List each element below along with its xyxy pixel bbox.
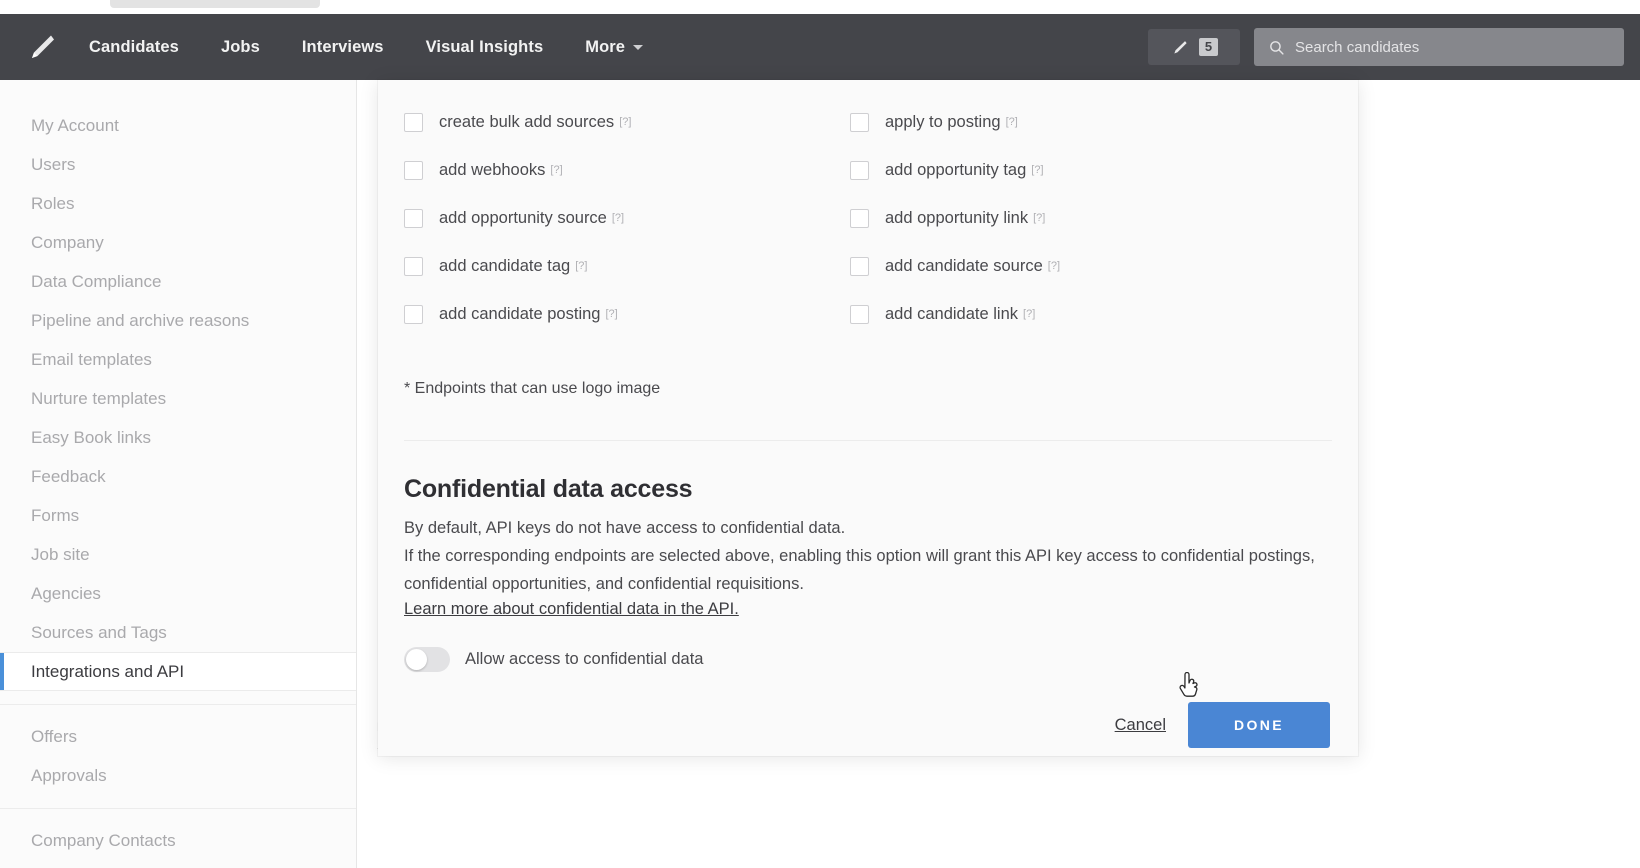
- notification-count-badge: 5: [1199, 38, 1218, 56]
- checkbox-label-create-bulk-add-sources: create bulk add sources: [439, 113, 614, 132]
- nav-item-candidates[interactable]: Candidates: [68, 14, 200, 80]
- chevron-down-icon: [633, 45, 643, 50]
- top-navigation-bar: Candidates Jobs Interviews Visual Insigh…: [0, 14, 1640, 80]
- confidential-toggle-label: Allow access to confidential data: [465, 650, 703, 669]
- help-icon-add-candidate-tag[interactable]: [?]: [575, 260, 587, 272]
- sidebar-divider-2: [0, 808, 356, 809]
- confidential-section-title: Confidential data access: [404, 475, 1332, 504]
- nav-item-interviews[interactable]: Interviews: [281, 14, 405, 80]
- checkbox-apply-to-posting[interactable]: [850, 113, 869, 132]
- sidebar-item-feedback[interactable]: Feedback: [0, 457, 356, 496]
- endpoint-column-right: apply to posting [?] add opportunity tag…: [838, 98, 1284, 338]
- checkbox-add-opportunity-link[interactable]: [850, 209, 869, 228]
- checkbox-add-candidate-tag[interactable]: [404, 257, 423, 276]
- sidebar-item-my-account[interactable]: My Account: [0, 106, 356, 145]
- checkbox-row-add-candidate-posting[interactable]: add candidate posting [?]: [392, 290, 838, 338]
- browser-tab-edge: [110, 0, 320, 8]
- checkbox-label-add-opportunity-source: add opportunity source: [439, 209, 607, 228]
- search-icon: [1268, 39, 1285, 56]
- checkbox-label-add-candidate-source: add candidate source: [885, 257, 1043, 276]
- help-icon-apply-to-posting[interactable]: [?]: [1006, 116, 1018, 128]
- checkbox-label-apply-to-posting: apply to posting: [885, 113, 1001, 132]
- help-icon-create-bulk-add-sources[interactable]: [?]: [619, 116, 631, 128]
- logo-image-footnote: * Endpoints that can use logo image: [392, 338, 1344, 398]
- nav-item-visual-insights[interactable]: Visual Insights: [405, 14, 565, 80]
- checkbox-row-add-opportunity-source[interactable]: add opportunity source [?]: [392, 194, 838, 242]
- checkbox-row-add-opportunity-link[interactable]: add opportunity link [?]: [838, 194, 1284, 242]
- checkbox-add-opportunity-source[interactable]: [404, 209, 423, 228]
- settings-sidebar: My Account Users Roles Company Data Comp…: [0, 80, 357, 868]
- sidebar-item-integrations-and-api[interactable]: Integrations and API: [0, 652, 356, 691]
- sidebar-item-pipeline-archive-reasons[interactable]: Pipeline and archive reasons: [0, 301, 356, 340]
- help-icon-add-webhooks[interactable]: [?]: [550, 164, 562, 176]
- help-icon-add-candidate-source[interactable]: [?]: [1048, 260, 1060, 272]
- help-icon-add-opportunity-source[interactable]: [?]: [612, 212, 624, 224]
- help-icon-add-candidate-posting[interactable]: [?]: [605, 308, 617, 320]
- confidential-toggle-row: Allow access to confidential data: [404, 647, 1332, 672]
- checkbox-label-add-webhooks: add webhooks: [439, 161, 545, 180]
- help-icon-add-candidate-link[interactable]: [?]: [1023, 308, 1035, 320]
- checkbox-add-candidate-link[interactable]: [850, 305, 869, 324]
- toggle-knob: [406, 649, 427, 670]
- notifications-button[interactable]: 5: [1148, 29, 1240, 65]
- checkbox-label-add-opportunity-tag: add opportunity tag: [885, 161, 1026, 180]
- checkbox-label-add-candidate-tag: add candidate tag: [439, 257, 570, 276]
- sidebar-item-easy-book-links[interactable]: Easy Book links: [0, 418, 356, 457]
- checkbox-label-add-candidate-posting: add candidate posting: [439, 305, 600, 324]
- browser-chrome-strip: [0, 0, 1640, 14]
- api-key-settings-modal: create bulk add sources [?] add webhooks…: [378, 80, 1358, 756]
- help-icon-add-opportunity-link[interactable]: [?]: [1033, 212, 1045, 224]
- sidebar-item-agencies[interactable]: Agencies: [0, 574, 356, 613]
- sidebar-item-company[interactable]: Company: [0, 223, 356, 262]
- checkbox-row-add-opportunity-tag[interactable]: add opportunity tag [?]: [838, 146, 1284, 194]
- primary-nav: Candidates Jobs Interviews Visual Insigh…: [68, 14, 664, 80]
- endpoint-column-left: create bulk add sources [?] add webhooks…: [392, 98, 838, 338]
- topnav-right-cluster: 5 Search candidates: [1148, 28, 1640, 66]
- checkbox-create-bulk-add-sources[interactable]: [404, 113, 423, 132]
- sidebar-item-email-templates[interactable]: Email templates: [0, 340, 356, 379]
- pencil-logo-icon[interactable]: [14, 30, 68, 64]
- confidential-paragraph-2: If the corresponding endpoints are selec…: [404, 542, 1332, 598]
- confidential-paragraph-1: By default, API keys do not have access …: [404, 514, 1332, 542]
- checkbox-row-add-candidate-link[interactable]: add candidate link [?]: [838, 290, 1284, 338]
- sidebar-item-nurture-templates[interactable]: Nurture templates: [0, 379, 356, 418]
- search-placeholder: Search candidates: [1295, 39, 1419, 56]
- checkbox-row-add-candidate-source[interactable]: add candidate source [?]: [838, 242, 1284, 290]
- app-root: Candidates Jobs Interviews Visual Insigh…: [0, 0, 1640, 868]
- nav-item-more[interactable]: More: [564, 38, 664, 57]
- sidebar-item-offers[interactable]: Offers: [0, 717, 356, 756]
- endpoint-permissions-grid: create bulk add sources [?] add webhooks…: [392, 80, 1344, 338]
- confidential-data-access-section: Confidential data access By default, API…: [392, 441, 1344, 672]
- done-button[interactable]: DONE: [1188, 702, 1330, 748]
- nav-item-more-label: More: [585, 38, 625, 57]
- sidebar-divider-1: [0, 704, 356, 705]
- checkbox-row-create-bulk-add-sources[interactable]: create bulk add sources [?]: [392, 98, 838, 146]
- help-icon-add-opportunity-tag[interactable]: [?]: [1031, 164, 1043, 176]
- sidebar-item-users[interactable]: Users: [0, 145, 356, 184]
- checkbox-row-apply-to-posting[interactable]: apply to posting [?]: [838, 98, 1284, 146]
- confidential-learn-more-link[interactable]: Learn more about confidential data in th…: [404, 600, 739, 619]
- confidential-access-toggle[interactable]: [404, 647, 450, 672]
- search-input[interactable]: Search candidates: [1254, 28, 1624, 66]
- sidebar-item-roles[interactable]: Roles: [0, 184, 356, 223]
- pencil-icon: [1170, 38, 1189, 57]
- cancel-button[interactable]: Cancel: [1115, 716, 1166, 735]
- checkbox-label-add-opportunity-link: add opportunity link: [885, 209, 1028, 228]
- sidebar-item-company-contacts[interactable]: Company Contacts: [0, 821, 356, 860]
- sidebar-item-job-site[interactable]: Job site: [0, 535, 356, 574]
- checkbox-label-add-candidate-link: add candidate link: [885, 305, 1018, 324]
- checkbox-add-opportunity-tag[interactable]: [850, 161, 869, 180]
- checkbox-row-add-candidate-tag[interactable]: add candidate tag [?]: [392, 242, 838, 290]
- checkbox-add-candidate-source[interactable]: [850, 257, 869, 276]
- sidebar-item-data-compliance[interactable]: Data Compliance: [0, 262, 356, 301]
- sidebar-item-forms[interactable]: Forms: [0, 496, 356, 535]
- sidebar-item-approvals[interactable]: Approvals: [0, 756, 356, 795]
- checkbox-row-add-webhooks[interactable]: add webhooks [?]: [392, 146, 838, 194]
- checkbox-add-webhooks[interactable]: [404, 161, 423, 180]
- modal-action-buttons: Cancel DONE: [392, 672, 1344, 748]
- checkbox-add-candidate-posting[interactable]: [404, 305, 423, 324]
- sidebar-item-sources-and-tags[interactable]: Sources and Tags: [0, 613, 356, 652]
- nav-item-jobs[interactable]: Jobs: [200, 14, 281, 80]
